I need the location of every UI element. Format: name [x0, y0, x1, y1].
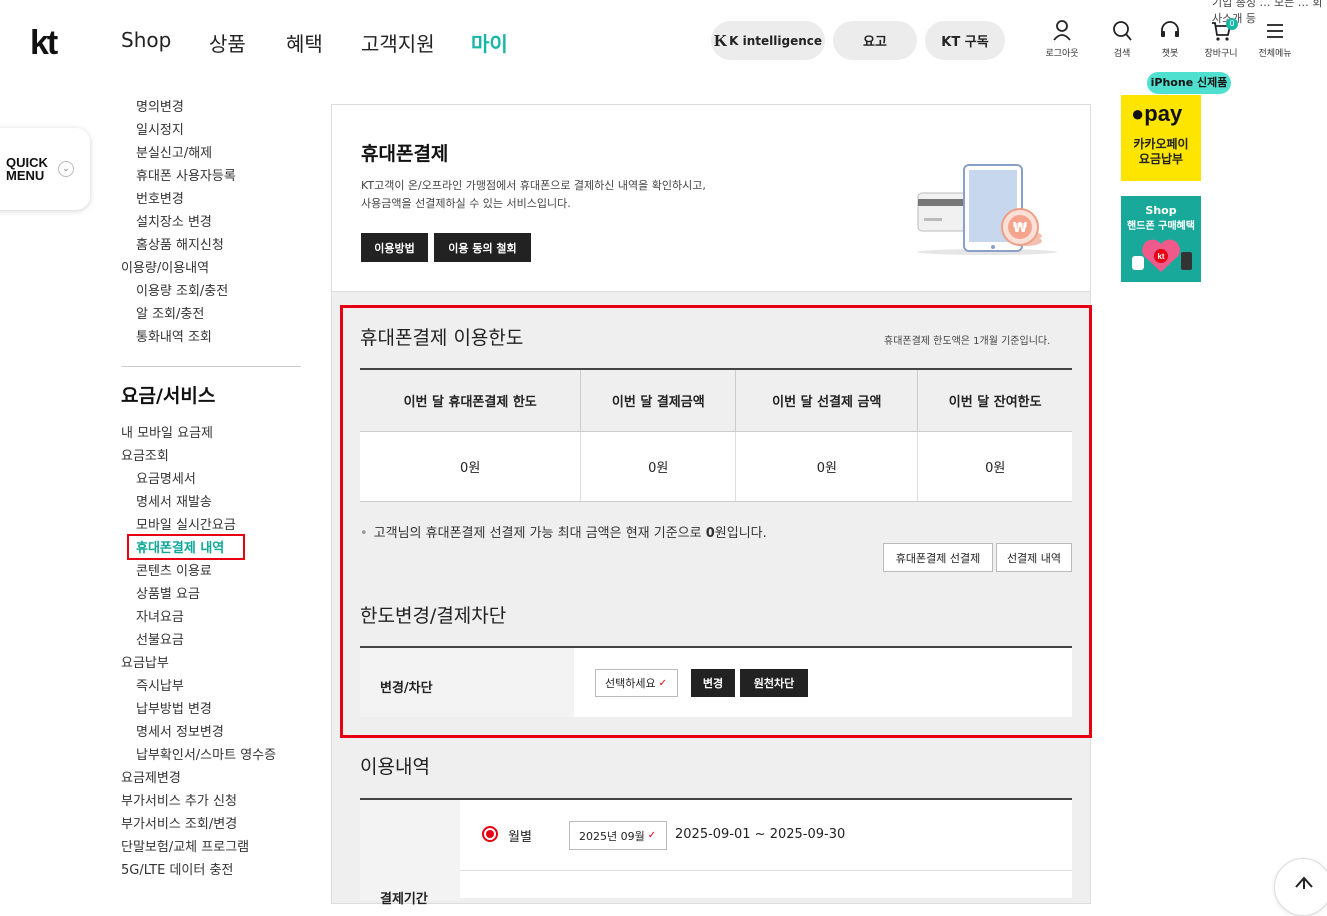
page-title: 휴대폰결제: [361, 143, 449, 165]
usage-guide-button[interactable]: 이용방법: [361, 233, 428, 262]
cart-count-badge: 0: [1226, 18, 1238, 30]
sidebar-item[interactable]: 내 모바일 요금제: [121, 422, 213, 441]
shop-banner-subtitle: 핸드폰 구매혜택: [1127, 221, 1195, 232]
active-item-highlight: [127, 534, 245, 560]
search-icon: [1113, 21, 1132, 41]
kakaopay-banner[interactable]: ●pay 카카오페이 요금납부: [1121, 95, 1201, 181]
logout-button[interactable]: 로그아웃: [1039, 20, 1085, 59]
sidebar-item[interactable]: 요금명세서: [136, 468, 196, 487]
monthly-radio-label: 월별: [508, 830, 532, 845]
arrow-up-icon: [1295, 876, 1313, 889]
sidebar-item[interactable]: 5G/LTE 데이터 충전: [121, 859, 233, 878]
sidebar-item[interactable]: 선불요금: [136, 629, 184, 648]
monthly-radio[interactable]: [482, 826, 498, 842]
quick-menu[interactable]: QUICK MENU ⌄: [0, 128, 90, 210]
sidebar-item[interactable]: 요금납부: [121, 652, 169, 671]
sidebar-item[interactable]: 콘텐츠 이용료: [136, 560, 212, 579]
sidebar-item[interactable]: 분실신고/해제: [136, 142, 212, 161]
withdraw-consent-button[interactable]: 이용 동의 철회: [434, 233, 531, 262]
pill-label: K intelligence: [729, 33, 823, 48]
gift-hearts-icon: kt: [1132, 239, 1192, 272]
scroll-top-button[interactable]: [1274, 858, 1327, 916]
quick-menu-label: QUICK MENU: [6, 155, 48, 183]
month-select[interactable]: 2025년 09월 ✓: [569, 821, 667, 850]
pill-kt-subscribe[interactable]: KT 구독: [925, 21, 1005, 60]
sidebar-item[interactable]: 자녀요금: [136, 606, 184, 625]
util-label: 검색: [1113, 49, 1131, 59]
sidebar-item[interactable]: 알 조회/충전: [136, 303, 204, 322]
pill-k-intelligence[interactable]: K K intelligence: [711, 21, 825, 60]
kakaopay-logo: ●pay: [1131, 101, 1183, 126]
highlight-box: [340, 305, 1092, 738]
all-menu-button[interactable]: 전체메뉴: [1252, 20, 1298, 59]
pill-label: 요고: [863, 35, 887, 50]
select-value: 2025년 09월: [579, 829, 645, 843]
intro-panel: 휴대폰결제 KT고객이 온/오프라인 가맹점에서 휴대폰으로 결제하신 내역을 …: [331, 104, 1091, 292]
pill-label: KT 구독: [941, 35, 989, 50]
date-range-text: 2025-09-01 ~ 2025-09-30: [675, 827, 846, 842]
sidebar-item[interactable]: 명세서 정보변경: [136, 721, 224, 740]
gnb-shop[interactable]: Shop: [121, 28, 171, 52]
chatbot-button[interactable]: 챗봇: [1147, 20, 1193, 59]
chevron-down-icon[interactable]: ⌄: [58, 161, 74, 177]
user-icon: [1053, 20, 1071, 41]
gnb-support[interactable]: 고객지원: [361, 28, 435, 57]
history-row-header: 결제기간: [360, 800, 460, 907]
gnb-products[interactable]: 상품: [209, 28, 246, 57]
sidebar-item[interactable]: 일시정지: [136, 119, 184, 138]
gnb-benefits[interactable]: 혜택: [286, 28, 323, 57]
sidebar-item[interactable]: 이용량 조회/충전: [136, 280, 228, 299]
svg-text:₩: ₩: [1013, 221, 1028, 236]
history-filter: 결제기간 월별 2025년 09월 ✓ 2025-09-01 ~ 2025-09-…: [360, 798, 1072, 907]
util-label: 로그아웃: [1045, 49, 1079, 59]
sidebar-item[interactable]: 번호변경: [136, 188, 184, 207]
shop-phone-banner[interactable]: Shop 핸드폰 구매혜택 kt: [1121, 196, 1201, 282]
kt-logo[interactable]: kt: [30, 24, 58, 63]
sidebar-item[interactable]: 즉시납부: [136, 675, 184, 694]
sidebar-item[interactable]: 이용량/이용내역: [121, 257, 209, 276]
sidebar-section-title: 요금/서비스: [121, 385, 216, 407]
sidebar-item[interactable]: 부가서비스 추가 신청: [121, 790, 237, 809]
history-section-title: 이용내역: [360, 756, 430, 778]
sidebar-item[interactable]: 설치장소 변경: [136, 211, 212, 230]
sidebar-divider: [121, 366, 301, 367]
sidebar-item[interactable]: 상품별 요금: [136, 583, 200, 602]
gnb-my[interactable]: 마이: [471, 28, 508, 57]
headset-icon: [1161, 21, 1179, 37]
sidebar-item[interactable]: 요금조회: [121, 445, 169, 464]
payment-illustration-icon: ₩: [917, 164, 1057, 255]
sidebar-item[interactable]: 명의변경: [136, 96, 184, 115]
sidebar-item[interactable]: 명세서 재발송: [136, 491, 212, 510]
util-label: 장바구니: [1204, 49, 1238, 59]
hamburger-icon: [1267, 24, 1283, 38]
search-button[interactable]: 검색: [1099, 20, 1145, 59]
global-header: 기업 총성 … 모든 … 회사소개 등 kt Shop 상품 혜택 고객지원 마…: [0, 0, 1327, 82]
iphone-new-tag[interactable]: iPhone 신제품: [1147, 72, 1231, 94]
intro-description: KT고객이 온/오프라인 가맹점에서 휴대폰으로 결제하신 내역을 확인하시고,…: [361, 179, 706, 210]
row-divider: [460, 870, 1072, 871]
sidebar-item[interactable]: 모바일 실시간요금: [136, 514, 236, 533]
cart-button[interactable]: 0 장바구니: [1198, 18, 1244, 59]
k-logo-icon: K: [713, 30, 728, 50]
shop-banner-title: Shop: [1145, 204, 1177, 217]
sidebar-item[interactable]: 납부방법 변경: [136, 698, 212, 717]
sidebar-item[interactable]: 통화내역 조회: [136, 326, 212, 345]
history-row-label: 결제기간: [380, 892, 428, 907]
sidebar-item[interactable]: 납부확인서/스마트 영수증: [136, 744, 276, 763]
kakaopay-text: 카카오페이 요금납부: [1133, 137, 1189, 166]
pill-yogo[interactable]: 요고: [833, 21, 917, 60]
sidebar-item[interactable]: 부가서비스 조회/변경: [121, 813, 237, 832]
chevron-down-icon: ✓: [647, 830, 657, 841]
speech-bubble-icon: ●: [1131, 101, 1145, 126]
sidebar-item[interactable]: 단말보험/교체 프로그램: [121, 836, 249, 855]
util-label: 전체메뉴: [1258, 49, 1292, 59]
sidebar-item[interactable]: 요금제변경: [121, 767, 181, 786]
sidebar-item[interactable]: 홈상품 해지신청: [136, 234, 224, 253]
sidebar-item[interactable]: 휴대폰 사용자등록: [136, 165, 236, 184]
svg-text:kt: kt: [1157, 252, 1164, 261]
util-label: 챗봇: [1161, 49, 1179, 59]
